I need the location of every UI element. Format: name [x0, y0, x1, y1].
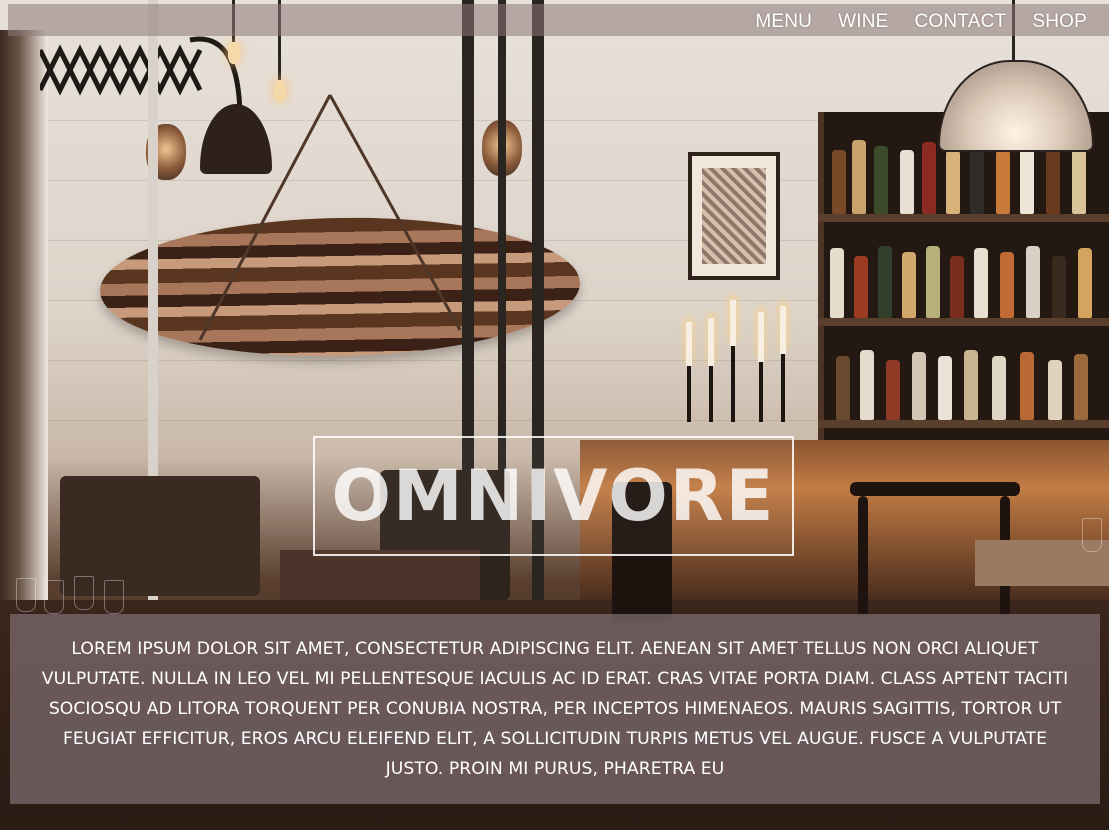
bottle — [970, 146, 984, 214]
brand-logo-box: OMNIVORE — [313, 436, 794, 556]
bottle — [922, 142, 936, 214]
wine-glass — [16, 578, 36, 612]
bottle — [836, 356, 850, 420]
bottle — [938, 356, 952, 420]
bottle — [1046, 150, 1060, 214]
wine-glass — [104, 580, 124, 614]
candlestick — [759, 362, 763, 422]
bottle — [1052, 256, 1066, 318]
candlestick — [687, 366, 691, 422]
bottle — [852, 140, 866, 214]
nav-link-contact[interactable]: CONTACT — [915, 8, 1007, 36]
brand-logo-text: OMNIVORE — [331, 455, 776, 537]
candle — [708, 318, 714, 366]
framed-picture — [688, 152, 780, 280]
bottle — [886, 360, 900, 420]
surfboard-rope — [198, 94, 462, 341]
chair-back — [850, 482, 1020, 496]
description-text: LOREM IPSUM DOLOR SIT AMET, CONSECTETUR … — [41, 639, 1069, 779]
bottle — [1020, 142, 1034, 214]
wine-glass — [44, 580, 64, 614]
bottle — [992, 356, 1006, 420]
nav-link-shop[interactable]: SHOP — [1032, 8, 1087, 36]
bottle — [878, 246, 892, 318]
bottle — [996, 150, 1010, 214]
bottle — [974, 248, 988, 318]
bottle — [830, 248, 844, 318]
hanging-bulb — [228, 42, 240, 64]
candlestick — [709, 366, 713, 422]
top-navigation-bar: MENU WINE CONTACT SHOP — [8, 4, 1109, 36]
bottle — [964, 350, 978, 420]
bottle — [1048, 360, 1062, 420]
bottle — [902, 252, 916, 318]
bottle — [854, 256, 868, 318]
candle — [730, 300, 736, 346]
bottle — [1026, 246, 1040, 318]
bottle — [946, 150, 960, 214]
table — [280, 550, 480, 600]
bar-shelf — [818, 420, 1109, 428]
chair-leg — [858, 496, 868, 616]
bottle — [1072, 146, 1086, 214]
bar-shelf — [818, 214, 1109, 222]
bottle — [1000, 252, 1014, 318]
bottle — [912, 352, 926, 420]
bottle — [900, 150, 914, 214]
candlestick — [731, 346, 735, 422]
nav-link-menu[interactable]: MENU — [755, 8, 812, 36]
candle — [758, 312, 764, 362]
nav-link-wine[interactable]: WINE — [838, 8, 888, 36]
bottle — [1020, 352, 1034, 420]
bottle — [860, 350, 874, 420]
bottle — [926, 246, 940, 318]
glass — [1082, 518, 1102, 552]
description-panel: LOREM IPSUM DOLOR SIT AMET, CONSECTETUR … — [10, 614, 1100, 804]
brick-line — [0, 420, 820, 421]
wine-glass — [74, 576, 94, 610]
bottle — [1078, 248, 1092, 318]
candle — [780, 306, 786, 354]
bottle — [950, 256, 964, 318]
main-nav: MENU WINE CONTACT SHOP — [755, 8, 1087, 36]
bar-shelf — [818, 318, 1109, 326]
candle — [686, 322, 692, 366]
brick-line — [0, 360, 820, 361]
bottle — [1074, 354, 1088, 420]
bottle — [874, 146, 888, 214]
bottle — [832, 150, 846, 214]
candlestick — [781, 354, 785, 422]
